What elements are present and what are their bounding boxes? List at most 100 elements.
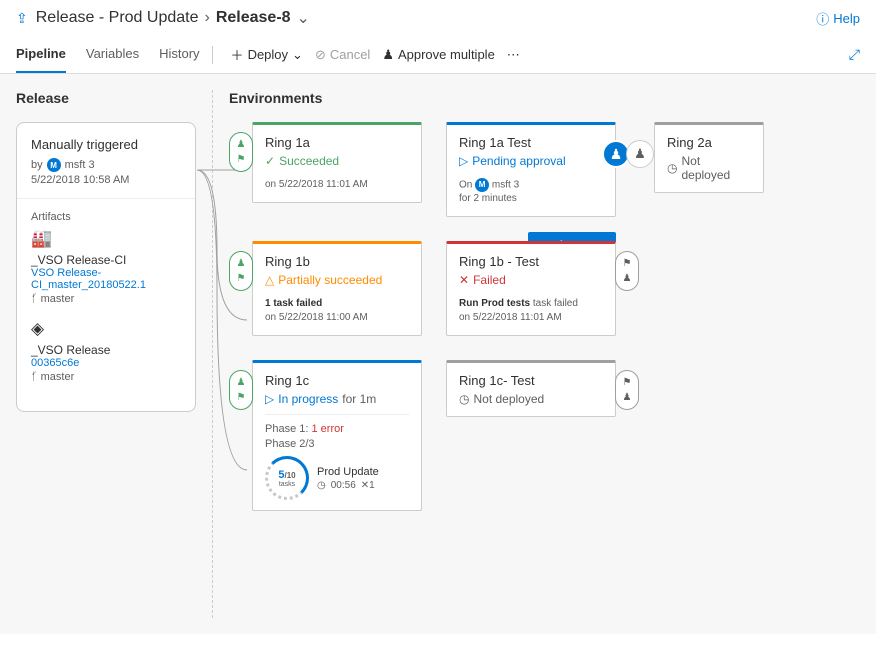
cancel-label: Cancel (330, 47, 370, 62)
clock-icon: ◷ (317, 480, 326, 491)
stage-status: ✕Failed (459, 273, 603, 287)
artifact-version-link[interactable]: VSO Release-CI_master_20180522.1 (31, 267, 181, 291)
meta-mid: task failed (530, 298, 578, 309)
more-button[interactable]: ⋯ (501, 43, 526, 67)
person-icon: ♟ (237, 139, 246, 150)
tab-history[interactable]: History (159, 36, 199, 73)
stage-ring1b-test[interactable]: Ring 1b - Test ✕Failed Run Prod tests ta… (446, 241, 639, 336)
post-gates[interactable]: ⚑ ♟ (615, 251, 639, 291)
expand-icon[interactable]: ⤢ (849, 46, 860, 63)
release-panel: Release Manually triggered by M msft 3 5… (16, 90, 196, 618)
clock-icon: ◷ (459, 392, 469, 406)
stage-ring2a[interactable]: ♟ Ring 2a ◷Not deployed (640, 122, 764, 193)
stage-name: Ring 1b - Test (459, 254, 603, 269)
breadcrumb-root[interactable]: Release - Prod Update (36, 9, 199, 27)
person-icon: ♟ (382, 47, 394, 63)
tasks-label: tasks (279, 481, 295, 488)
breadcrumb[interactable]: Release - Prod Update › Release-8 ⌄ (36, 8, 310, 28)
pre-gates[interactable]: ♟ ⚑ (229, 370, 253, 410)
stage-name: Ring 1c- Test (459, 373, 603, 388)
chevron-down-icon: ⌄ (292, 47, 303, 63)
build-icon: 🏭 (31, 229, 181, 249)
check-icon: ✓ (265, 154, 275, 168)
stage-meta: Run Prod tests task failed on 5/22/2018 … (459, 297, 603, 325)
post-gates[interactable]: ⚑ ♟ (615, 370, 639, 410)
env-card[interactable]: Ring 1c- Test ◷ Not deployed (446, 360, 616, 417)
task-info: Prod Update ◷00:56 ✕1 (317, 466, 379, 491)
env-card[interactable]: Ring 1a Test ▷Pending approval On M msft… (446, 122, 616, 217)
deploy-button[interactable]: ＋ Deploy ⌄ (225, 41, 309, 68)
status-text: In progress (278, 392, 338, 406)
approve-multiple-button[interactable]: ♟ Approve multiple (376, 43, 500, 67)
help-label: Help (833, 11, 860, 26)
branch-icon: ᚶ (31, 293, 38, 305)
tab-pipeline[interactable]: Pipeline (16, 36, 66, 73)
stage-ring1a-test[interactable]: Ring 1a Test ▷Pending approval On M msft… (446, 122, 616, 217)
stage-name: Ring 1c (265, 373, 409, 388)
stage-name: Ring 1b (265, 254, 409, 269)
stage-ring1c-test[interactable]: Ring 1c- Test ◷ Not deployed ⚑ ♟ (446, 360, 639, 417)
play-icon: ▷ (265, 392, 274, 406)
env-row: ♟ ⚑ Ring 1c ▷ In progress for 1m Phase 1… (229, 360, 860, 511)
status-text: Not deployed (473, 392, 544, 406)
stage-meta: 1 task failed on 5/22/2018 11:00 AM (265, 297, 409, 325)
content: Release Manually triggered by M msft 3 5… (0, 74, 876, 634)
phase-2: Phase 2/3 (265, 438, 409, 450)
gate-icon: ⚑ (237, 392, 246, 403)
branch-name: master (41, 293, 75, 305)
person-icon: ♟ (610, 146, 623, 163)
stage-name: Ring 1a Test (459, 135, 603, 150)
deploy-label: Deploy (248, 47, 288, 62)
env-card[interactable]: Ring 1b △Partially succeeded 1 task fail… (252, 241, 422, 336)
person-icon: ♟ (237, 258, 246, 269)
release-date: 5/22/2018 10:58 AM (31, 174, 181, 186)
plus-icon: ＋ (231, 45, 244, 64)
meta-prefix: On (459, 179, 472, 190)
clock-icon: ◷ (667, 161, 677, 175)
stage-ring1b[interactable]: ♟ ⚑ Ring 1b △Partially succeeded 1 task … (229, 241, 422, 336)
artifact-item: ◈ _VSO Release 00365c6e ᚶmaster (31, 319, 181, 383)
gate-icon: ⚑ (237, 154, 246, 165)
meta-line2: on 5/22/2018 11:00 AM (265, 312, 368, 323)
phase1-error: 1 error (311, 423, 343, 435)
stage-meta: On M msft 3 for 2 minutes (459, 178, 603, 206)
artifact-branch: ᚶmaster (31, 293, 181, 305)
task-sub: ◷00:56 ✕1 (317, 480, 379, 491)
pre-gates[interactable]: ♟ ⚑ (229, 132, 253, 172)
env-row: ♟ ⚑ Ring 1a ✓Succeeded on 5/22/2018 11:0… (229, 122, 860, 217)
by-prefix: by (31, 159, 43, 171)
env-card[interactable]: Ring 1b - Test ✕Failed Run Prod tests ta… (446, 241, 616, 336)
artifact-name: _VSO Release (31, 343, 181, 357)
x-icon: ✕ (459, 273, 469, 287)
stage-name: Ring 2a (667, 135, 751, 150)
help-link[interactable]: ⓘ Help (816, 9, 860, 28)
env-card[interactable]: Ring 2a ◷ Not deployed (654, 122, 764, 193)
phase-detail: 5/10 tasks Prod Update ◷00:56 ✕1 (265, 456, 409, 500)
status-text: Not deployed (681, 154, 751, 182)
meta-line2: on 5/22/2018 11:01 AM (459, 312, 562, 323)
phase1-label: Phase 1: (265, 423, 308, 435)
tab-variables[interactable]: Variables (86, 36, 139, 73)
env-row: ♟ ⚑ Ring 1b △Partially succeeded 1 task … (229, 241, 860, 336)
repo-icon: ◈ (31, 319, 181, 339)
stage-status: ▷ In progress for 1m (265, 392, 409, 406)
chevron-down-icon[interactable]: ⌄ (297, 8, 310, 28)
warning-icon: △ (265, 273, 274, 287)
task-time: 00:56 (331, 480, 356, 491)
env-card[interactable]: Ring 1c ▷ In progress for 1m Phase 1: 1 … (252, 360, 422, 511)
gate-icon: ⚑ (623, 258, 632, 269)
artifact-version-link[interactable]: 00365c6e (31, 357, 181, 369)
env-card[interactable]: Ring 1a ✓Succeeded on 5/22/2018 11:01 AM (252, 122, 422, 203)
stage-ring1a[interactable]: ♟ ⚑ Ring 1a ✓Succeeded on 5/22/2018 11:0… (229, 122, 422, 203)
by-user: msft 3 (65, 159, 95, 171)
pre-approver-badge[interactable]: ♟ (626, 140, 654, 168)
breadcrumb-current[interactable]: Release-8 (216, 9, 291, 27)
pre-gates[interactable]: ♟ ⚑ (229, 251, 253, 291)
divider (17, 198, 195, 199)
stage-ring1c[interactable]: ♟ ⚑ Ring 1c ▷ In progress for 1m Phase 1… (229, 360, 422, 511)
chevron-right-icon: › (205, 9, 210, 27)
gate-icon: ⚑ (623, 377, 632, 388)
artifact-branch: ᚶmaster (31, 371, 181, 383)
user-avatar-icon: M (47, 158, 61, 172)
release-trigger: Manually triggered (31, 137, 181, 152)
